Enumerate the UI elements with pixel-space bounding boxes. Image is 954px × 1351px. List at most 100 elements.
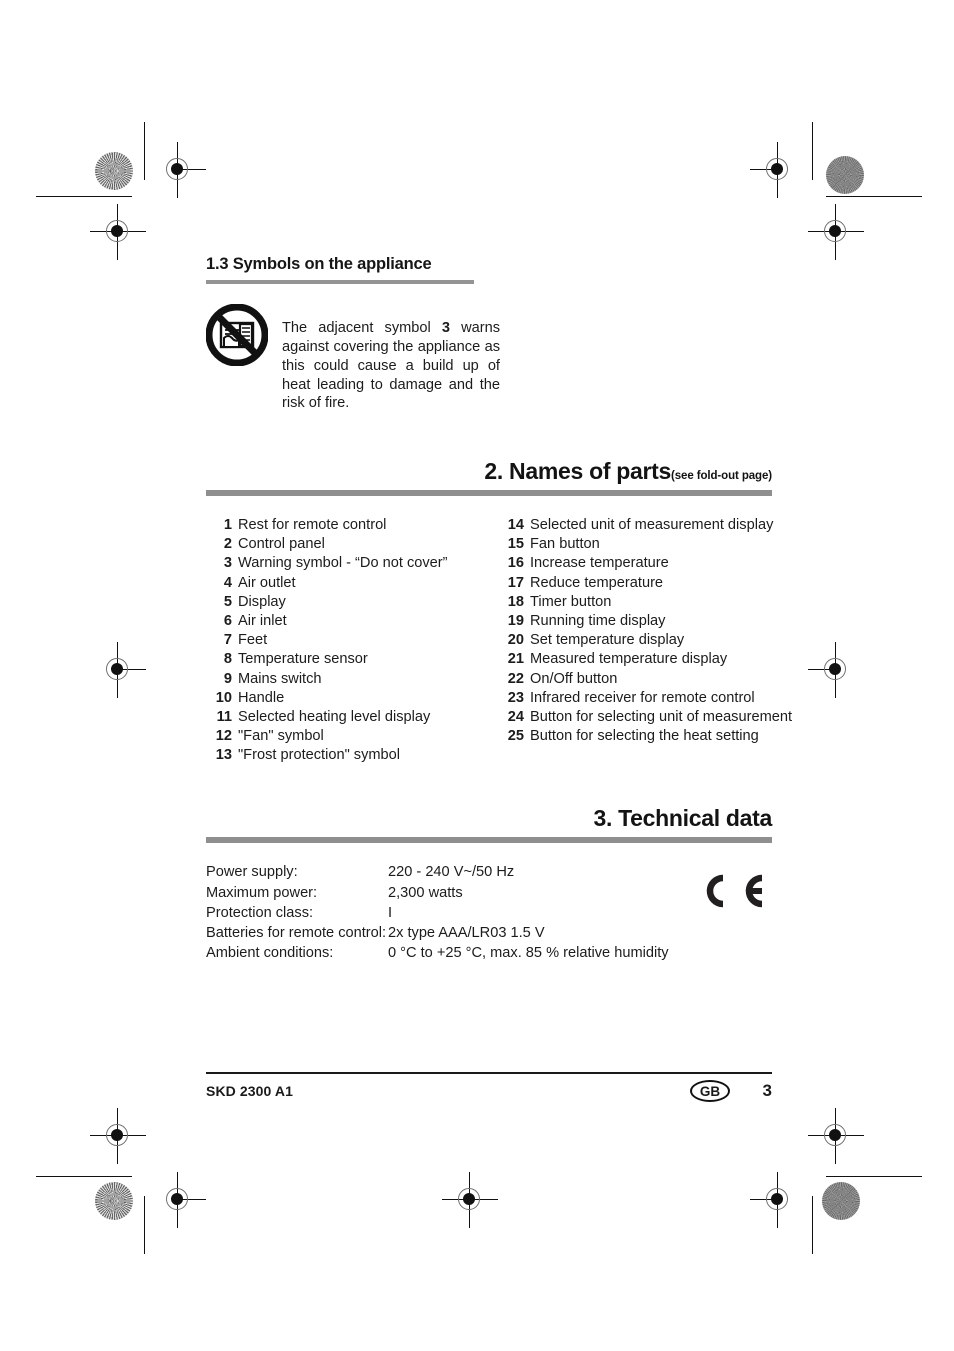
part-number: 5	[223, 593, 232, 610]
technical-data-label: Maximum power:	[206, 884, 318, 901]
footer-language-badge: GB	[690, 1080, 730, 1102]
technical-data-label: Protection class:	[206, 904, 314, 921]
part-label: Display	[238, 593, 286, 610]
part-label: "Frost protection" symbol	[238, 747, 401, 764]
technical-data-block: Power supply: 220 - 240 V~/50 Hz Maximum p…	[206, 863, 772, 964]
technical-data-value: I	[388, 904, 393, 921]
technical-data-value: 220 - 240 V~/50 Hz	[388, 864, 515, 881]
part-label: Button for selecting the heat setting	[530, 728, 759, 745]
part-list-item: 7 Feet	[206, 631, 480, 650]
part-number: 11	[216, 708, 232, 725]
registration-mark-right-middle	[808, 642, 864, 698]
part-label: Rest for remote control	[238, 517, 387, 534]
page-footer: SKD 2300 A1 GB 3	[206, 1072, 772, 1102]
part-list-item: 2 Control panel	[206, 535, 480, 554]
part-list-item: 25 Button for selecting the heat setting	[498, 727, 772, 746]
trim-mark-bottom-right-vertical	[812, 1196, 814, 1254]
registration-mark-bottom-center	[442, 1172, 498, 1228]
part-label: Air outlet	[238, 574, 296, 591]
technical-data-row: Protection class: I	[206, 904, 669, 924]
part-label: Increase temperature	[530, 555, 669, 572]
section-rule-names-of-parts	[206, 490, 772, 497]
part-number: 25	[507, 728, 524, 745]
trim-mark-bottom-right-horizontal	[826, 1176, 922, 1178]
parts-list-right-column: 14 Selected unit of measurement display 15…	[498, 516, 792, 765]
part-number: 21	[507, 651, 524, 668]
part-list-item: 12 "Fan" symbol	[206, 727, 480, 746]
part-list-item: 4 Air outlet	[206, 574, 480, 593]
technical-data-row: Power supply: 220 - 240 V~/50 Hz	[206, 863, 669, 883]
part-list-item: 10 Handle	[206, 689, 480, 708]
symbol-text-pre: The adjacent symbol	[282, 319, 442, 336]
part-number: 16	[507, 555, 524, 572]
symbol-explanation-text: The adjacent symbol 3 warns against cove…	[282, 317, 500, 414]
registration-star-target-top-right	[826, 156, 864, 194]
registration-mark-left-lower	[90, 1108, 146, 1164]
technical-data-label: Power supply:	[206, 864, 298, 881]
part-label: Control panel	[238, 536, 325, 553]
part-number: 22	[507, 670, 524, 687]
part-number: 3	[223, 555, 232, 572]
section-heading-names-of-parts-note: (see fold-out page)	[671, 470, 772, 483]
trim-mark-top-right-horizontal	[826, 196, 922, 198]
part-number: 23	[507, 689, 524, 706]
part-label: Infrared receiver for remote control	[530, 689, 755, 706]
part-list-item: 21 Measured temperature display	[498, 650, 772, 669]
part-label: "Fan" symbol	[238, 728, 324, 745]
trim-mark-top-right-vertical	[812, 122, 814, 180]
part-number: 12	[215, 728, 232, 745]
part-number: 9	[223, 670, 232, 687]
registration-mark-top-right-inner	[750, 142, 806, 198]
part-number: 1	[223, 517, 232, 534]
technical-data-table: Power supply: 220 - 240 V~/50 Hz Maximum p…	[206, 863, 669, 964]
part-number: 4	[223, 574, 232, 591]
registration-mark-left-middle	[90, 642, 146, 698]
part-label: Button for selecting unit of measurement	[530, 708, 793, 725]
technical-data-row: Batteries for remote control: 2x type AAA…	[206, 924, 669, 944]
registration-mark-top-left-inner	[150, 142, 206, 198]
trim-mark-bottom-left-horizontal	[36, 1176, 132, 1178]
part-number: 13	[215, 747, 232, 764]
part-number: 8	[223, 651, 232, 668]
section-heading-technical-data: 3. Technical data	[593, 805, 772, 832]
part-label: On/Off button	[530, 670, 618, 687]
part-label: Selected heating level display	[238, 708, 431, 725]
parts-list-left-column: 1 Rest for remote control 2 Control panel 3 W…	[206, 516, 480, 765]
part-label: Measured temperature display	[530, 651, 728, 668]
heading-rule-thin	[206, 280, 474, 284]
symbol-explanation-block: The adjacent symbol 3 warns against cove…	[205, 302, 772, 428]
footer-rule	[206, 1072, 772, 1074]
section-heading-names-of-parts: 2. Names of parts(see fold-out page)	[206, 458, 772, 485]
part-number: 15	[507, 536, 524, 553]
section-heading-names-of-parts-title: 2. Names of parts	[484, 458, 672, 485]
part-number: 6	[223, 612, 232, 629]
part-label: Timer button	[530, 593, 612, 610]
registration-mark-bottom-left-inner	[150, 1172, 206, 1228]
part-list-item: 8 Temperature sensor	[206, 650, 480, 669]
section-rule-technical-data	[206, 837, 772, 844]
trim-mark-top-left-horizontal	[36, 196, 132, 198]
part-number: 20	[507, 632, 524, 649]
subsection-heading-symbols: 1.3 Symbols on the appliance	[206, 255, 432, 273]
part-list-item: 13 "Frost protection" symbol	[206, 746, 480, 765]
parts-list: 1 Rest for remote control 2 Control panel 3 W…	[206, 516, 792, 765]
part-list-item: 20 Set temperature display	[498, 631, 772, 650]
part-list-item: 1 Rest for remote control	[206, 516, 480, 535]
part-label: Air inlet	[238, 612, 287, 629]
part-number: 14	[507, 517, 524, 534]
part-list-item: 17 Reduce temperature	[498, 574, 772, 593]
part-list-item: 3 Warning symbol - “Do not cover”	[206, 554, 480, 573]
part-list-item: 5 Display	[206, 593, 480, 612]
part-label: Handle	[238, 689, 285, 706]
technical-data-row: Maximum power: 2,300 watts	[206, 884, 669, 904]
part-list-item: 18 Timer button	[498, 593, 772, 612]
part-list-item: 16 Increase temperature	[498, 554, 772, 573]
registration-star-target-bottom-left	[95, 1182, 133, 1220]
technical-data-value: 2x type AAA/LR03 1.5 V	[388, 925, 545, 942]
trim-mark-top-left-vertical	[144, 122, 146, 180]
part-label: Selected unit of measurement display	[530, 517, 774, 534]
part-number: 10	[215, 689, 232, 706]
part-label: Reduce temperature	[530, 574, 664, 591]
technical-data-value: 0 °C to +25 °C, max. 85 % relative humid…	[388, 945, 669, 962]
part-number: 24	[507, 708, 524, 725]
